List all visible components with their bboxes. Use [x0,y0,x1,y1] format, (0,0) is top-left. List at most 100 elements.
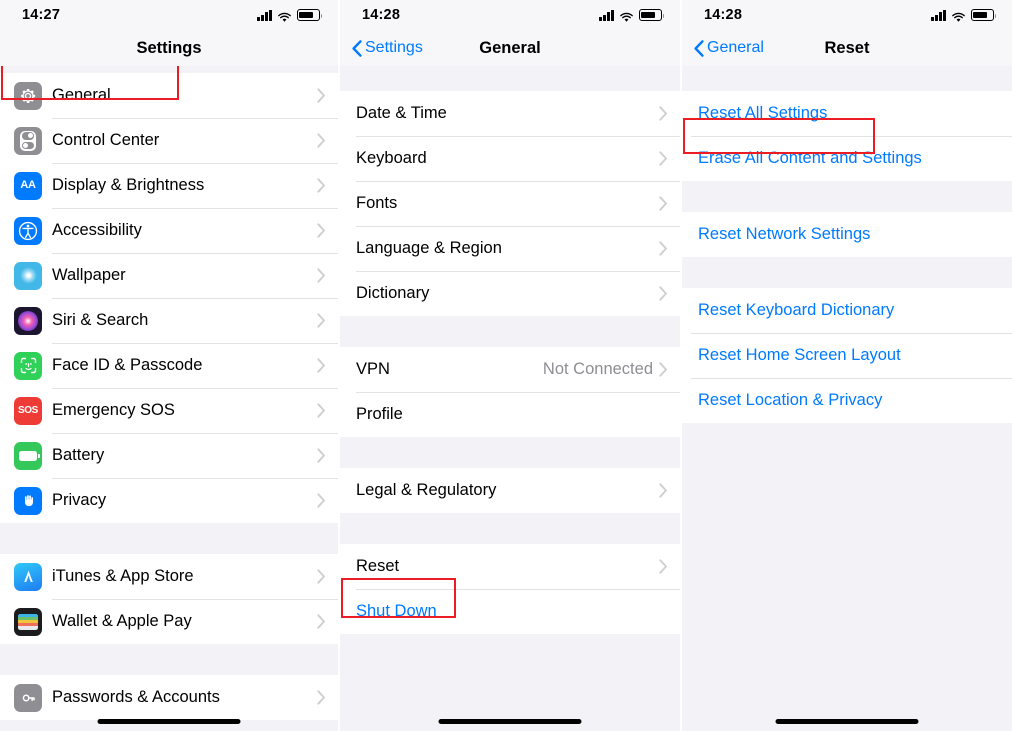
reset-list[interactable]: Reset All Settings Erase All Content and… [682,66,1012,731]
chevron-right-icon [317,133,325,148]
list-item-reset-location-privacy[interactable]: Reset Location & Privacy [682,378,1012,423]
sidebar-item-control-center[interactable]: Control Center [0,118,338,163]
chevron-right-icon [317,313,325,328]
sidebar-item-wallpaper[interactable]: Wallpaper [0,253,338,298]
control-center-icon [14,126,42,155]
chevron-right-icon [659,241,667,256]
section-gap [682,181,1012,212]
section-gap [340,66,680,91]
list-item-label: Erase All Content and Settings [698,149,922,167]
list-item-date-time[interactable]: Date & Time [340,91,680,136]
back-button-settings[interactable]: Settings [340,39,423,57]
wifi-icon [277,10,292,22]
sidebar-item-emergency-sos[interactable]: SOS Emergency SOS [0,388,338,433]
list-item-reset-keyboard-dictionary[interactable]: Reset Keyboard Dictionary [682,288,1012,333]
chevron-left-icon [694,39,704,57]
sidebar-item-face-id-passcode[interactable]: Face ID & Passcode [0,343,338,388]
sidebar-item-battery[interactable]: Battery [0,433,338,478]
status-time: 14:27 [22,7,61,23]
list-item-reset-home-screen-layout[interactable]: Reset Home Screen Layout [682,333,1012,378]
sidebar-item-wallet-apple-pay[interactable]: Wallet & Apple Pay [0,599,338,644]
siri-icon [14,306,42,335]
chevron-right-icon [317,358,325,373]
general-group-2: VPN Not Connected Profile [340,347,680,437]
reset-group-1: Reset All Settings Erase All Content and… [682,91,1012,181]
status-time: 14:28 [704,7,743,23]
section-gap [0,523,338,554]
section-gap [0,66,338,73]
section-gap [682,257,1012,288]
settings-list[interactable]: General Control Center AA Display & Brig… [0,66,338,731]
section-gap [682,66,1012,91]
list-item-label: Reset Keyboard Dictionary [698,301,895,319]
list-item-profile[interactable]: Profile [340,392,680,437]
general-list[interactable]: Date & Time Keyboard Fonts Language & Re… [340,66,680,731]
general-group-4: Reset Shut Down [340,544,680,634]
list-item-label: Date & Time [356,104,447,122]
sidebar-item-itunes-app-store[interactable]: iTunes & App Store [0,554,338,599]
accessibility-icon [14,216,42,245]
list-item-language-region[interactable]: Language & Region [340,226,680,271]
sidebar-item-accessibility[interactable]: Accessibility [0,208,338,253]
list-item-dictionary[interactable]: Dictionary [340,271,680,316]
nav-bar: Settings [0,30,338,66]
list-item-fonts[interactable]: Fonts [340,181,680,226]
chevron-right-icon [659,483,667,498]
section-gap [340,513,680,544]
chevron-right-icon [317,690,325,705]
battery-icon [639,9,665,21]
list-item-reset[interactable]: Reset [340,544,680,589]
reset-group-3: Reset Keyboard Dictionary Reset Home Scr… [682,288,1012,423]
wifi-icon [619,10,634,22]
privacy-hand-icon [14,486,42,515]
home-indicator [775,718,919,724]
list-item-label: Shut Down [356,602,437,620]
list-item-vpn[interactable]: VPN Not Connected [340,347,680,392]
sidebar-item-label: Battery [52,446,105,464]
chevron-right-icon [317,569,325,584]
list-item-label: Reset [356,557,400,575]
sidebar-item-general[interactable]: General [0,73,338,118]
sidebar-item-label: Display & Brightness [52,176,205,194]
back-button-general[interactable]: General [682,39,764,57]
section-gap [340,634,680,694]
list-item-label: Reset Location & Privacy [698,391,883,409]
status-bar: 14:28 [340,0,680,30]
battery-icon [971,9,997,21]
list-item-legal-regulatory[interactable]: Legal & Regulatory [340,468,680,513]
list-item-reset-all-settings[interactable]: Reset All Settings [682,91,1012,136]
vpn-status-value: Not Connected [542,360,653,378]
list-item-erase-all-content[interactable]: Erase All Content and Settings [682,136,1012,181]
status-bar: 14:28 [682,0,1012,30]
chevron-right-icon [317,88,325,103]
reset-group-2: Reset Network Settings [682,212,1012,257]
general-group-3: Legal & Regulatory [340,468,680,513]
sidebar-item-label: Accessibility [52,221,142,239]
chevron-right-icon [317,268,325,283]
list-item-shut-down[interactable]: Shut Down [340,589,680,634]
list-item-reset-network-settings[interactable]: Reset Network Settings [682,212,1012,257]
list-item-keyboard[interactable]: Keyboard [340,136,680,181]
status-icons [257,9,323,22]
back-button-label: General [707,39,764,56]
wallpaper-icon [14,261,42,290]
status-time: 14:28 [362,7,401,23]
home-indicator [97,718,241,724]
chevron-right-icon [317,614,325,629]
sidebar-item-display-brightness[interactable]: AA Display & Brightness [0,163,338,208]
face-id-icon [14,351,42,380]
chevron-left-icon [352,39,362,57]
list-item-label: Reset All Settings [698,104,828,122]
passwords-icon [14,683,42,712]
phone-screen-reset: 14:28 General Reset Reset All Settings E… [682,0,1012,731]
app-store-icon [14,562,42,591]
sidebar-item-siri-search[interactable]: Siri & Search [0,298,338,343]
sidebar-item-label: Passwords & Accounts [52,688,220,706]
sidebar-item-label: Emergency SOS [52,401,175,419]
sidebar-item-passwords-accounts[interactable]: Passwords & Accounts [0,675,338,720]
list-item-label: Legal & Regulatory [356,481,497,499]
battery-icon [297,9,323,21]
wallet-icon [14,607,42,636]
sidebar-item-privacy[interactable]: Privacy [0,478,338,523]
cellular-signal-icon [599,9,614,21]
